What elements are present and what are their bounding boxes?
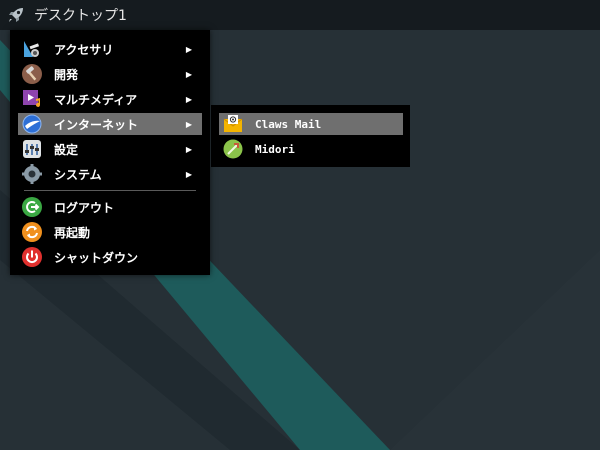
taskbar: デスクトップ1 [0,0,600,30]
midori-browser-icon [223,139,243,159]
menu-item-logout[interactable]: ログアウト [18,196,202,218]
logout-icon [22,197,42,217]
internet-submenu: Claws Mail Midori [211,105,410,167]
menu-item-system[interactable]: システム ▶ [18,163,202,185]
system-gear-icon [22,164,42,184]
menu-item-shutdown[interactable]: シャットダウン [18,246,202,268]
submenu-item-claws-mail[interactable]: Claws Mail [219,113,403,135]
application-menu: アクセサリ ▶ 開発 ▶ マルチメディア ▶ インターネット ▶ 設定 ▶ シス… [10,30,210,275]
submenu-arrow-icon: ▶ [185,119,192,129]
accessories-icon [24,41,40,57]
desktop-name: デスクトップ1 [34,8,127,24]
rocket-icon [9,8,23,22]
submenu-arrow-icon: ▶ [185,144,192,154]
menu-item-internet[interactable]: インターネット ▶ [18,113,202,135]
menu-item-development[interactable]: 開発 ▶ [18,63,202,85]
multimedia-icon [23,90,40,107]
menu-separator [24,190,196,191]
menu-item-multimedia[interactable]: マルチメディア ▶ [18,88,202,110]
internet-icon [22,114,42,134]
menu-item-reboot[interactable]: 再起動 [18,221,202,243]
submenu-arrow-icon: ▶ [185,169,192,179]
settings-icon [23,140,41,158]
menu-item-accessories[interactable]: アクセサリ ▶ [18,38,202,60]
submenu-arrow-icon: ▶ [185,69,192,79]
power-icon [22,247,42,267]
reboot-icon [22,222,42,242]
submenu-arrow-icon: ▶ [185,94,192,104]
submenu-arrow-icon: ▶ [185,44,192,54]
menu-launcher-button[interactable]: デスクトップ1 [0,0,127,30]
menu-item-settings[interactable]: 設定 ▶ [18,138,202,160]
submenu-item-midori[interactable]: Midori [219,138,403,160]
development-icon [22,64,42,84]
mail-icon [223,115,243,132]
